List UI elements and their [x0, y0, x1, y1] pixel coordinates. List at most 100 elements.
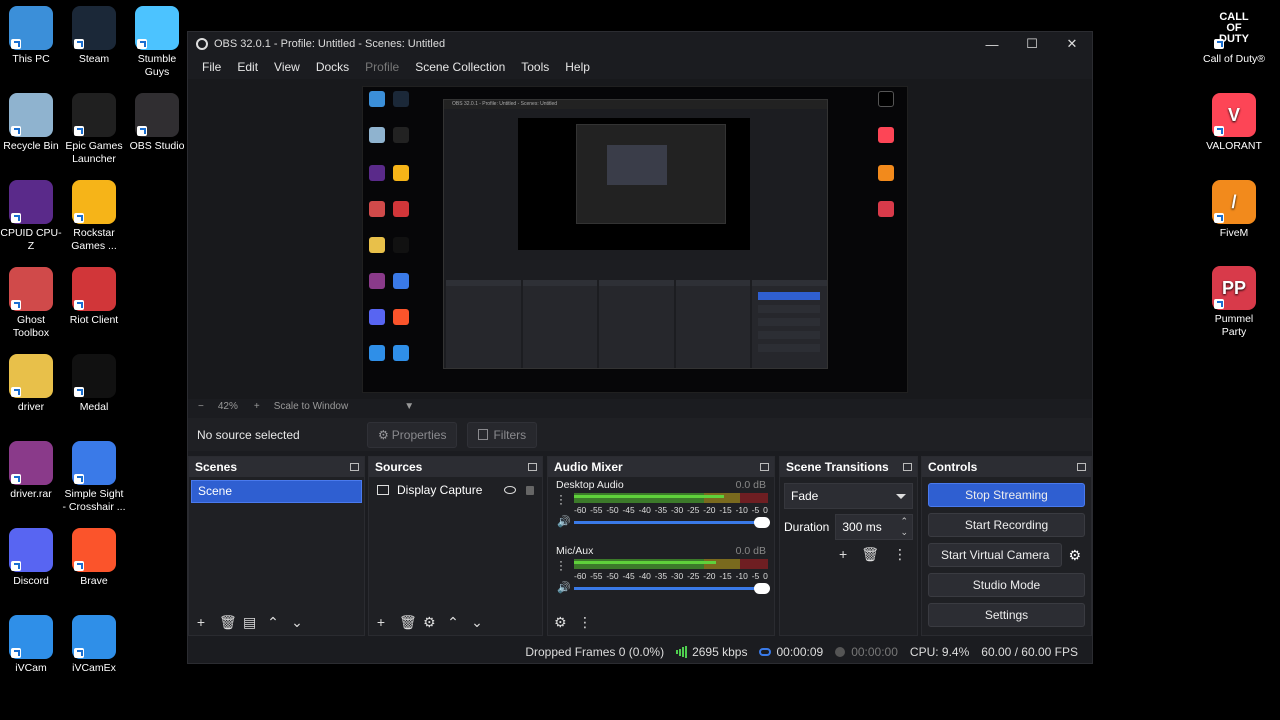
channel-menu-icon[interactable]: · · · [559, 489, 563, 509]
move-down-icon[interactable]: ⌄ [471, 614, 483, 631]
mini-button [758, 331, 820, 339]
studio-mode-button[interactable]: Studio Mode [928, 573, 1085, 597]
zoom-out-button[interactable]: − [198, 401, 204, 412]
controls-dock: Controls Stop Streaming Start Recording … [921, 456, 1092, 636]
mixer-title: Audio Mixer [554, 460, 623, 474]
close-button[interactable]: ✕ [1052, 32, 1092, 56]
maximize-button[interactable]: ☐ [1012, 32, 1052, 56]
move-up-icon[interactable]: ⌃ [447, 614, 459, 631]
trash-icon[interactable]: 🗑 [219, 614, 237, 631]
shortcut-arrow-icon [74, 126, 84, 136]
stepper-icon[interactable]: ⌃ ⌄ [900, 516, 908, 538]
eye-icon[interactable] [504, 486, 516, 494]
mixer-header: Audio Mixer [548, 457, 774, 477]
menu-docks[interactable]: Docks [308, 60, 357, 74]
gear-icon[interactable]: ⚙ [1068, 547, 1081, 564]
menu-view[interactable]: View [266, 60, 308, 74]
gear-icon[interactable]: ⚙ [554, 614, 567, 631]
settings-button[interactable]: Settings [928, 603, 1085, 627]
meter-tick-label: -20 [703, 571, 716, 581]
move-down-icon[interactable]: ⌄ [291, 614, 303, 631]
shortcut-arrow-icon [74, 387, 84, 397]
volume-slider[interactable] [574, 517, 770, 528]
preview-canvas[interactable]: OBS 32.0.1 - Profile: Untitled - Scenes:… [362, 86, 908, 393]
speaker-icon[interactable]: 🔊 [557, 581, 571, 594]
trash-icon[interactable]: 🗑 [861, 546, 879, 563]
desktop-icon[interactable]: Simple Sight - Crosshair ... [62, 441, 126, 514]
undock-icon[interactable] [1077, 463, 1086, 471]
undock-icon[interactable] [350, 463, 359, 471]
volume-slider[interactable] [574, 583, 770, 594]
lock-icon[interactable] [526, 485, 534, 495]
menu-help[interactable]: Help [557, 60, 598, 74]
more-options-icon[interactable]: ⋮ [893, 546, 907, 563]
start-recording-button[interactable]: Start Recording [928, 513, 1085, 537]
slider-handle[interactable] [754, 583, 770, 594]
menu-edit[interactable]: Edit [229, 60, 266, 74]
channel-menu-icon[interactable]: · · · [559, 555, 563, 575]
desktop-icon[interactable]: Medal [62, 354, 126, 414]
desktop-icon[interactable]: Discord [0, 528, 63, 588]
shortcut-arrow-icon [74, 561, 84, 571]
preview-area[interactable]: OBS 32.0.1 - Profile: Untitled - Scenes:… [188, 79, 1092, 399]
desktop-icon[interactable]: Riot Client [62, 267, 126, 327]
minimize-button[interactable]: — [972, 32, 1012, 56]
desktop-icon[interactable]: CPUID CPU-Z [0, 180, 63, 253]
desktop-icon[interactable]: V VALORANT [1202, 93, 1266, 153]
meter-tick-label: -25 [687, 571, 700, 581]
mini-desktop-icon [369, 91, 385, 107]
desktop-icon[interactable]: / FiveM [1202, 180, 1266, 240]
desktop-icon[interactable]: Stumble Guys [125, 6, 189, 79]
desktop-icon[interactable]: iVCamEx [62, 615, 126, 675]
menu-profile[interactable]: Profile [357, 60, 407, 74]
desktop-icon[interactable]: Steam [62, 6, 126, 66]
more-options-icon[interactable]: ⋮ [578, 614, 592, 631]
desktop-icon[interactable]: CALL OF DUTY Call of Duty® [1202, 6, 1266, 66]
desktop-icon[interactable]: Ghost Toolbox [0, 267, 63, 340]
filter-icon[interactable]: ▤ [243, 614, 256, 631]
desktop-icon[interactable]: driver [0, 354, 63, 414]
desktop-icon[interactable]: PP Pummel Party [1202, 266, 1266, 339]
desktop-icon[interactable]: driver.rar [0, 441, 63, 501]
gear-icon[interactable]: ⚙ [423, 614, 436, 631]
zoom-in-button[interactable]: + [254, 401, 260, 412]
move-up-icon[interactable]: ⌃ [267, 614, 279, 631]
streaming-icon [759, 648, 772, 656]
meter-tick-label: -35 [654, 505, 668, 515]
source-item[interactable]: Display Capture [369, 477, 542, 503]
add-scene-icon[interactable]: + [195, 614, 207, 631]
trash-icon[interactable]: 🗑 [399, 614, 417, 631]
add-transition-icon[interactable]: + [839, 546, 847, 563]
desktop-icon[interactable]: This PC [0, 6, 63, 66]
menu-scene-collection[interactable]: Scene Collection [407, 60, 513, 74]
mini-button [758, 305, 820, 313]
slider-handle[interactable] [754, 517, 770, 528]
desktop-icon[interactable]: OBS Studio [125, 93, 189, 153]
desktop-icon[interactable]: iVCam [0, 615, 63, 675]
transition-select[interactable]: Fade [784, 483, 913, 509]
menu-tools[interactable]: Tools [513, 60, 557, 74]
zoom-mode-dropdown[interactable]: ▼ [404, 401, 414, 412]
pummel-party-icon: PP [1212, 266, 1256, 310]
desktop-icon[interactable]: Rockstar Games ... [62, 180, 126, 253]
speaker-icon[interactable]: 🔊 [557, 515, 571, 528]
desktop-icon[interactable]: Brave [62, 528, 126, 588]
desktop-icon[interactable]: Recycle Bin [0, 93, 63, 153]
desktop-icon-label: iVCamEx [72, 662, 116, 674]
scene-item[interactable]: Scene [191, 480, 362, 503]
duration-input[interactable]: 300 ms ⌃ ⌄ [835, 514, 913, 540]
undock-icon[interactable] [760, 463, 769, 471]
scale-to-window[interactable]: Scale to Window [274, 401, 348, 412]
menu-file[interactable]: File [194, 60, 229, 74]
desktop-icon-label: Recycle Bin [3, 140, 59, 152]
start-virtual-camera-button[interactable]: Start Virtual Camera [928, 543, 1063, 567]
mini-desktop-icon [393, 345, 409, 361]
properties-button[interactable]: ⚙ Properties [367, 421, 458, 448]
filters-button[interactable]: Filters [467, 421, 538, 448]
meter-tick-label: -25 [687, 505, 700, 515]
undock-icon[interactable] [528, 463, 537, 471]
stop-streaming-button[interactable]: Stop Streaming [928, 483, 1085, 507]
undock-icon[interactable] [903, 463, 912, 471]
desktop-icon[interactable]: Epic Games Launcher [62, 93, 126, 166]
add-source-icon[interactable]: + [375, 614, 387, 631]
